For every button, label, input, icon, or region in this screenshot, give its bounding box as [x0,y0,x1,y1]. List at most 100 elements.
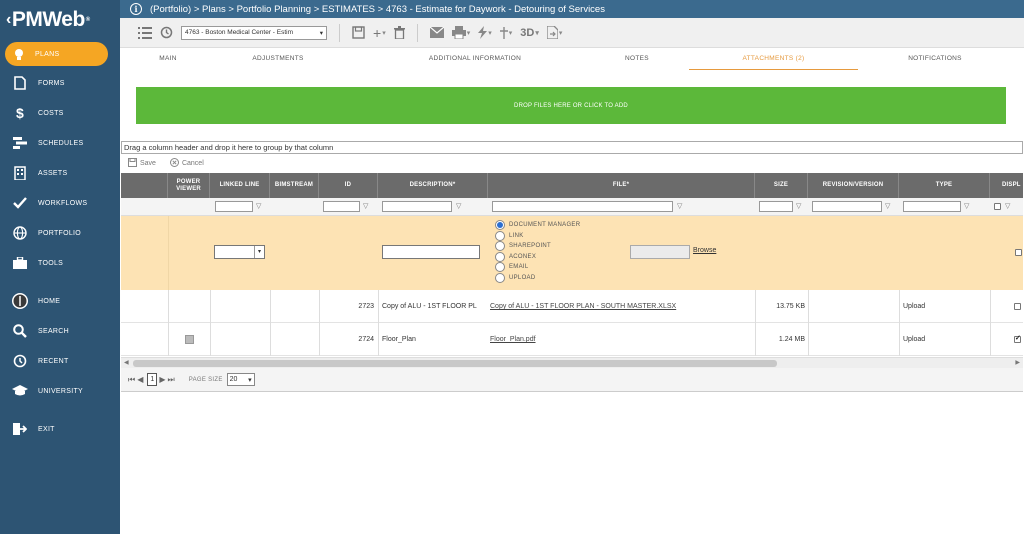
sidebar-item-assets[interactable]: ASSETS [0,158,120,188]
radio-button[interactable] [495,230,505,241]
save-button[interactable]: Save [128,158,156,169]
type-filter-input[interactable] [903,201,961,212]
tab-additional-information[interactable]: ADDITIONAL INFORMATION [410,48,540,70]
tab-notes[interactable]: NOTES [617,48,657,70]
table-row[interactable]: 2724 Floor_Plan Floor_Plan.pdf 1.24 MB U… [121,323,1023,356]
lightning-icon[interactable]: ▾ [474,22,496,44]
last-page-icon[interactable]: ⏭ [168,375,175,385]
current-page[interactable]: 1 [147,373,158,386]
column-header-linked-line[interactable]: LINKED LINE [210,173,270,198]
filter-icon[interactable]: ▽ [964,203,972,210]
column-header-id[interactable]: ID [319,173,378,198]
column-header-size[interactable]: SIZE [755,173,808,198]
save-icon[interactable] [348,22,369,44]
table-row[interactable]: 2723 Copy of ALU - 1ST FLOOR PL Copy of … [121,290,1023,323]
radio-button[interactable] [495,220,505,231]
pmweb-logo[interactable]: ‹ PMWeb ® [0,0,120,40]
tab-attachments[interactable]: ATTACHMENTS (2) [689,48,858,70]
row-file-link[interactable]: Copy of ALU - 1ST FLOOR PLAN - SOUTH MAS… [490,290,752,323]
source-option-sharepoint[interactable]: SHAREPOINT [495,241,580,252]
source-option-email[interactable]: EMAIL [495,262,580,273]
project-select[interactable]: 4763 - Boston Medical Center - Estim ▾ [181,25,327,40]
display-filter-checkbox[interactable] [994,203,1001,210]
radio-button[interactable] [495,251,505,262]
scroll-left-icon[interactable]: ◀ [124,359,129,366]
description-input[interactable] [382,245,480,259]
filter-icon[interactable]: ▽ [677,203,685,210]
source-option-aconex[interactable]: ACONEX [495,251,580,263]
next-page-icon[interactable]: ▶ [159,375,165,384]
filter-icon[interactable]: ▽ [456,203,464,210]
sidebar-item-costs[interactable]: $ COSTS [0,98,120,128]
horizontal-scrollbar[interactable]: ◀ ▶ [121,357,1023,368]
filter-icon[interactable]: ▽ [256,203,264,210]
sidebar-item-home[interactable]: HOME [0,286,120,316]
first-page-icon[interactable]: ⏮ [128,375,135,385]
radio-button[interactable] [495,262,505,273]
add-icon[interactable]: + ▾ [369,22,390,44]
source-option-link[interactable]: LINK [495,230,580,242]
browse-link[interactable]: Browse [693,247,716,254]
radio-button[interactable] [495,241,505,252]
file-path-input[interactable] [630,245,690,259]
print-icon[interactable]: ▾ [448,22,475,44]
filter-icon[interactable]: ▽ [885,203,893,210]
logo-text: PMWeb [11,8,85,31]
chevron-down-icon: ▾ [248,376,252,384]
sidebar-item-tools[interactable]: TOOLS [0,248,120,278]
cancel-button[interactable]: Cancel [169,158,204,169]
radio-button[interactable] [495,272,505,283]
display-checkbox[interactable] [1015,249,1022,256]
export-icon[interactable]: ▾ [543,22,567,44]
back-chevron-icon[interactable]: ‹ [6,11,11,29]
sidebar-item-search[interactable]: SEARCH [0,316,120,346]
column-header-display[interactable]: DISPL [990,173,1023,198]
column-header-bimstream[interactable]: BIMSTREAM [270,173,319,198]
display-checkbox[interactable] [1014,334,1021,343]
sidebar-item-recent[interactable]: RECENT [0,346,120,376]
trash-icon[interactable] [390,22,409,44]
column-header-file[interactable]: FILE* [488,173,755,198]
id-filter-input[interactable] [323,201,360,212]
filter-icon[interactable]: ▽ [796,203,804,210]
filter-icon[interactable]: ▽ [1005,203,1013,210]
file-dropzone[interactable]: DROP FILES HERE OR CLICK TO ADD [136,87,1006,124]
sidebar-item-portfolio[interactable]: PORTFOLIO [0,218,120,248]
history-icon[interactable] [156,22,177,44]
filter-icon[interactable]: ▽ [363,203,371,210]
power-viewer-icon[interactable] [185,335,194,344]
sidebar-item-university[interactable]: UNIVERSITY [0,376,120,406]
revision-filter-input[interactable] [812,201,882,212]
column-header-power-viewer[interactable]: POWER VIEWER [168,173,210,198]
map-pin-icon[interactable]: ▾ [496,22,517,44]
3d-view-icon[interactable]: 3D ▾ [516,22,543,44]
info-icon[interactable]: i [130,3,142,15]
column-header-type[interactable]: TYPE [899,173,990,198]
email-icon[interactable] [426,22,448,44]
group-by-bar[interactable]: Drag a column header and drop it here to… [121,141,1023,154]
scroll-right-icon[interactable]: ▶ [1015,359,1020,366]
column-header-description[interactable]: DESCRIPTION* [378,173,488,198]
sidebar-item-exit[interactable]: EXIT [0,414,120,444]
page-size-select[interactable]: 20 ▾ [226,373,255,386]
tab-main[interactable]: MAIN [148,48,188,70]
scrollbar-thumb[interactable] [133,360,777,367]
size-filter-input[interactable] [759,201,793,212]
linked-line-select[interactable]: ▾ [214,245,265,259]
description-filter-input[interactable] [382,201,452,212]
source-option-document-manager[interactable]: DOCUMENT MANAGER [495,220,580,231]
sidebar-item-plans[interactable]: PLANS [5,42,108,66]
column-header-revision[interactable]: REVISION/VERSION [808,173,899,198]
list-icon[interactable] [134,22,156,44]
source-option-upload[interactable]: UPLOAD [495,272,580,284]
row-file-link[interactable]: Floor_Plan.pdf [490,323,752,356]
display-checkbox[interactable] [1014,303,1021,310]
sidebar-item-workflows[interactable]: WORKFLOWS [0,188,120,218]
sidebar-item-schedules[interactable]: SCHEDULES [0,128,120,158]
file-filter-input[interactable] [492,201,673,212]
previous-page-icon[interactable]: ◀ [137,375,143,384]
sidebar-item-forms[interactable]: FORMS [0,68,120,98]
tab-notifications[interactable]: NOTIFICATIONS [890,48,980,70]
tab-adjustments[interactable]: ADJUSTMENTS [238,48,318,70]
linked-line-filter-input[interactable] [215,201,253,212]
